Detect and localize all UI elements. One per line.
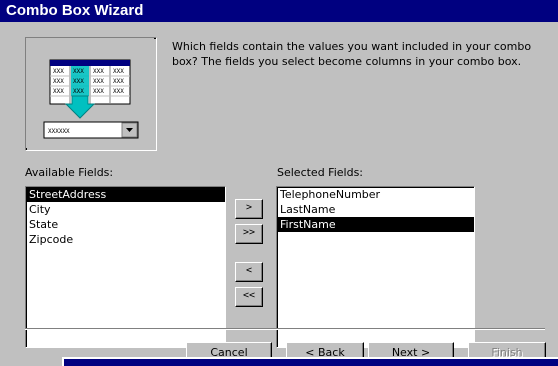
available-fields-label: Available Fields: [25, 166, 114, 179]
remove-all-button[interactable]: << [235, 287, 263, 307]
svg-text:XXX: XXX [113, 78, 124, 85]
wizard-prompt: Which fields contain the values you want… [172, 40, 532, 68]
wizard-dialog: XXX XXX XXX XXX XXX XXX XXX XXX XXX XXX XXX XXX X… [0, 22, 558, 366]
svg-text:XXX: XXX [113, 88, 124, 95]
list-item[interactable]: City [26, 202, 225, 217]
svg-text:XXX: XXX [73, 78, 84, 85]
add-one-button[interactable]: > [235, 199, 263, 219]
window-title: Combo Box Wizard [6, 2, 144, 19]
svg-text:XXXXXX: XXXXXX [48, 128, 70, 135]
overlapping-window-edge [62, 357, 558, 366]
svg-text:XXX: XXX [53, 88, 64, 95]
title-bar: Combo Box Wizard [0, 0, 558, 22]
svg-text:XXX: XXX [93, 78, 104, 85]
list-item[interactable]: StreetAddress [26, 187, 225, 202]
svg-text:XXX: XXX [73, 68, 84, 75]
add-all-button[interactable]: >> [235, 224, 263, 244]
available-fields-list[interactable]: StreetAddress City State Zipcode [25, 186, 226, 348]
svg-text:XXX: XXX [53, 78, 64, 85]
svg-text:XXX: XXX [93, 68, 104, 75]
list-item[interactable]: LastName [277, 202, 474, 217]
footer-separator [25, 328, 545, 330]
remove-one-button[interactable]: < [235, 262, 263, 282]
svg-text:XXX: XXX [93, 88, 104, 95]
list-item[interactable]: Zipcode [26, 232, 225, 247]
list-item[interactable]: TelephoneNumber [277, 187, 474, 202]
svg-text:XXX: XXX [73, 88, 84, 95]
list-item[interactable]: State [26, 217, 225, 232]
selected-fields-list[interactable]: TelephoneNumber LastName FirstName [276, 186, 475, 348]
selected-fields-label: Selected Fields: [277, 166, 364, 179]
svg-text:XXX: XXX [53, 68, 64, 75]
list-item[interactable]: FirstName [277, 217, 474, 232]
combo-box-illustration-icon: XXX XXX XXX XXX XXX XXX XXX XXX XXX XXX XXX XXX X… [26, 38, 154, 148]
wizard-illustration: XXX XXX XXX XXX XXX XXX XXX XXX XXX XXX XXX XXX X… [25, 37, 157, 151]
svg-text:XXX: XXX [113, 68, 124, 75]
